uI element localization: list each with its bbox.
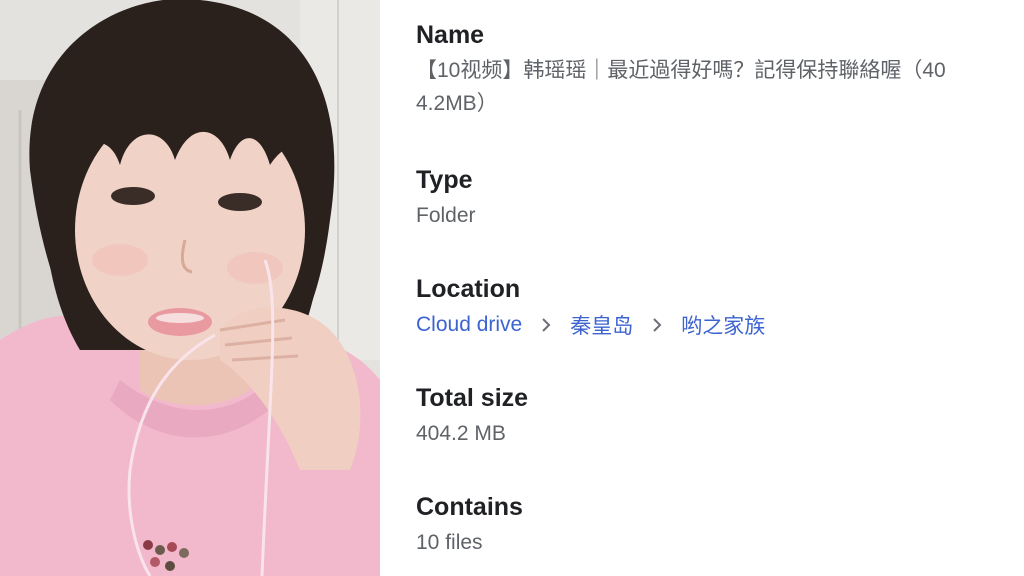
name-label: Name <box>416 21 485 49</box>
location-field: Location Cloud drive 秦皇岛 哟之家族 <box>416 274 1006 341</box>
contains-label: Contains <box>416 493 523 521</box>
contains-field: Contains 10 files <box>416 492 1006 559</box>
chevron-right-icon <box>633 313 681 336</box>
folder-details-view: Name 【10视频】韩瑶瑶｜最近過得好嗎？記得保持聯絡喔（404.2MB） T… <box>0 0 1024 576</box>
total-size-value: 404.2 MB <box>416 422 506 445</box>
type-label: Type <box>416 166 473 194</box>
chevron-right-icon <box>522 313 570 336</box>
breadcrumb-family-folder[interactable]: 哟之家族 <box>681 310 765 340</box>
folder-name: 【10视频】韩瑶瑶｜最近過得好嗎？記得保持聯絡喔（404.2MB） <box>416 59 946 115</box>
breadcrumb: Cloud drive 秦皇岛 哟之家族 <box>416 308 1006 341</box>
total-size-label: Total size <box>416 384 529 412</box>
type-value: Folder <box>416 204 476 227</box>
contains-value: 10 files <box>416 531 483 554</box>
location-label: Location <box>416 275 521 303</box>
details-panel: Name 【10视频】韩瑶瑶｜最近過得好嗎？記得保持聯絡喔（404.2MB） T… <box>416 0 1006 576</box>
breadcrumb-cloud-drive[interactable]: Cloud drive <box>416 313 522 337</box>
portrait-photo <box>0 0 380 576</box>
type-field: Type Folder <box>416 165 1006 232</box>
total-size-field: Total size 404.2 MB <box>416 383 1006 450</box>
name-field: Name 【10视频】韩瑶瑶｜最近過得好嗎？記得保持聯絡喔（404.2MB） <box>416 20 1006 120</box>
breadcrumb-qinhuangdao[interactable]: 秦皇岛 <box>570 310 633 340</box>
folder-preview-image <box>0 0 380 576</box>
